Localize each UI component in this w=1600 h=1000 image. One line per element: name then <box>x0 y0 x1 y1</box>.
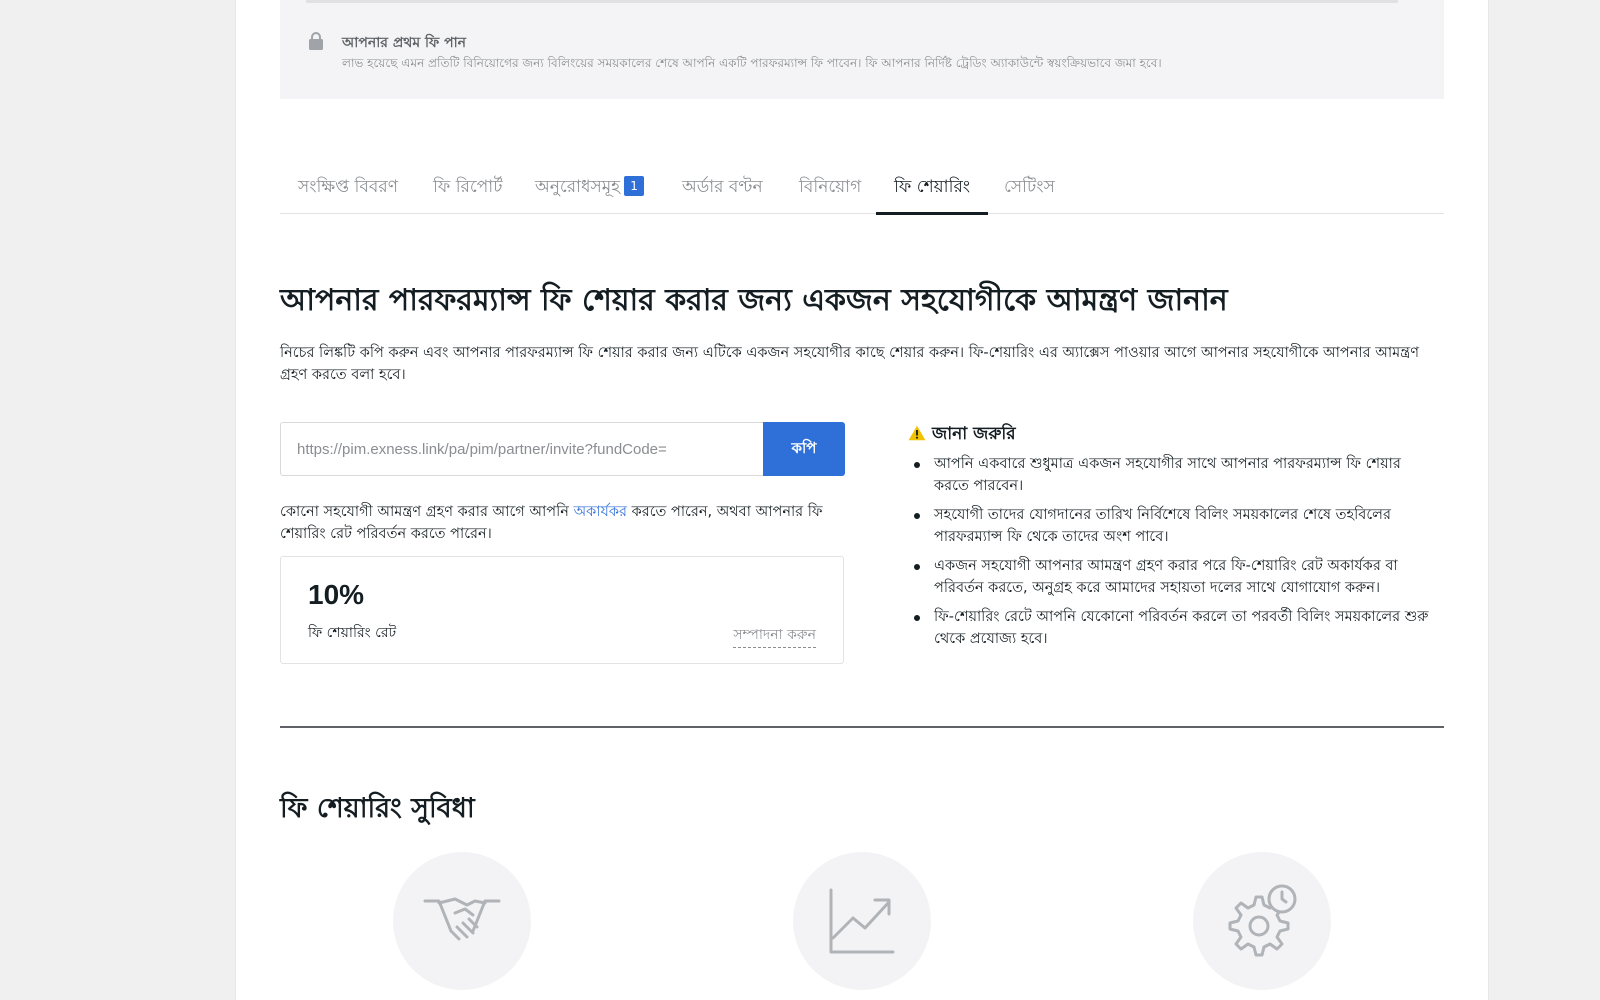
info-banner: আপনার প্রথম ফি পান লাভ হয়েছে এমন প্রতিট… <box>280 0 1444 99</box>
warning-icon <box>908 425 926 441</box>
tab-label: অনুরোধসমূহ <box>535 177 621 197</box>
fee-rate-label: ফি শেয়ারিং রেট <box>308 625 397 641</box>
lock-icon <box>309 32 323 50</box>
gear-clock-icon <box>1228 884 1297 957</box>
chart-growth-icon <box>829 888 895 954</box>
tab-label: ফি রিপোর্ট <box>433 177 503 197</box>
list-item: সহযোগী তাদের যোগদানের তারিখ নির্বিশেষে ব… <box>912 504 1432 548</box>
banner-text: লাভ হয়েছে এমন প্রতিটি বিনিয়োগের জন্য ব… <box>342 56 1162 70</box>
list-item: একজন সহযোগী আপনার আমন্ত্রণ গ্রহণ করার পর… <box>912 555 1432 599</box>
banner-title: আপনার প্রথম ফি পান <box>342 35 467 51</box>
tab-requests[interactable]: অনুরোধসমূহ 1 <box>535 160 645 214</box>
tab-fee-sharing[interactable]: ফি শেয়ারিং <box>875 160 989 215</box>
tab-label: বিনিয়োগ <box>799 177 862 197</box>
benefit-growth <box>793 852 931 990</box>
tab-order-distribution[interactable]: অর্ডার বণ্টন <box>682 160 763 214</box>
page-description: নিচের লিঙ্কটি কপি করুন এবং আপনার পারফরম্… <box>280 345 1420 383</box>
banner-divider <box>306 0 1398 3</box>
tab-label: সংক্ষিপ্ত বিবরণ <box>298 177 398 197</box>
requests-count-badge: 1 <box>624 176 645 196</box>
important-title: জানা জরুরি <box>932 424 1016 444</box>
handshake-icon <box>423 897 501 941</box>
benefit-settings <box>1193 852 1331 990</box>
invite-link-field: কপি <box>280 422 845 476</box>
tab-investments[interactable]: বিনিয়োগ <box>799 160 861 214</box>
important-heading: জানা জরুরি <box>908 421 1016 449</box>
revoke-link[interactable]: অকার্যকর <box>574 504 627 520</box>
list-item: ফি-শেয়ারিং রেটে আপনি যেকোনো পরিবর্তন কর… <box>912 606 1432 650</box>
tab-settings[interactable]: সেটিংস <box>1004 160 1055 214</box>
page-title: আপনার পারফরম্যান্স ফি শেয়ার করার জন্য এ… <box>280 283 1228 318</box>
tab-overview[interactable]: সংক্ষিপ্ত বিবরণ <box>298 160 398 214</box>
fee-rate-card: 10% ফি শেয়ারিং রেট সম্পাদনা করুন <box>280 556 844 664</box>
list-item: আপনি একবারে শুধুমাত্র একজন সহযোগীর সাথে … <box>912 453 1432 497</box>
tab-fee-report[interactable]: ফি রিপোর্ট <box>433 160 502 214</box>
tab-bar: সংক্ষিপ্ত বিবরণ ফি রিপোর্ট অনুরোধসমূহ 1 অ… <box>280 160 1444 215</box>
fee-rate-value: 10% <box>308 579 365 610</box>
invite-link-input[interactable] <box>281 423 762 475</box>
tab-label: ফি শেয়ারিং <box>894 177 971 197</box>
edit-rate-link[interactable]: সম্পাদনা করুন <box>733 623 816 648</box>
copy-button[interactable]: কপি <box>763 422 845 476</box>
page-container: আপনার প্রথম ফি পান লাভ হয়েছে এমন প্রতিট… <box>236 0 1488 1000</box>
section-divider <box>280 726 1444 728</box>
benefit-handshake <box>393 852 531 990</box>
tab-label: সেটিংস <box>1004 177 1055 197</box>
important-list: আপনি একবারে শুধুমাত্র একজন সহযোগীর সাথে … <box>912 453 1432 657</box>
benefits-heading: ফি শেয়ারিং সুবিধা <box>280 793 475 824</box>
revoke-note: কোনো সহযোগী আমন্ত্রণ গ্রহণ করার আগে আপনি… <box>280 501 844 545</box>
tab-label: অর্ডার বণ্টন <box>682 177 763 197</box>
note-text-before: কোনো সহযোগী আমন্ত্রণ গ্রহণ করার আগে আপনি <box>280 504 574 520</box>
